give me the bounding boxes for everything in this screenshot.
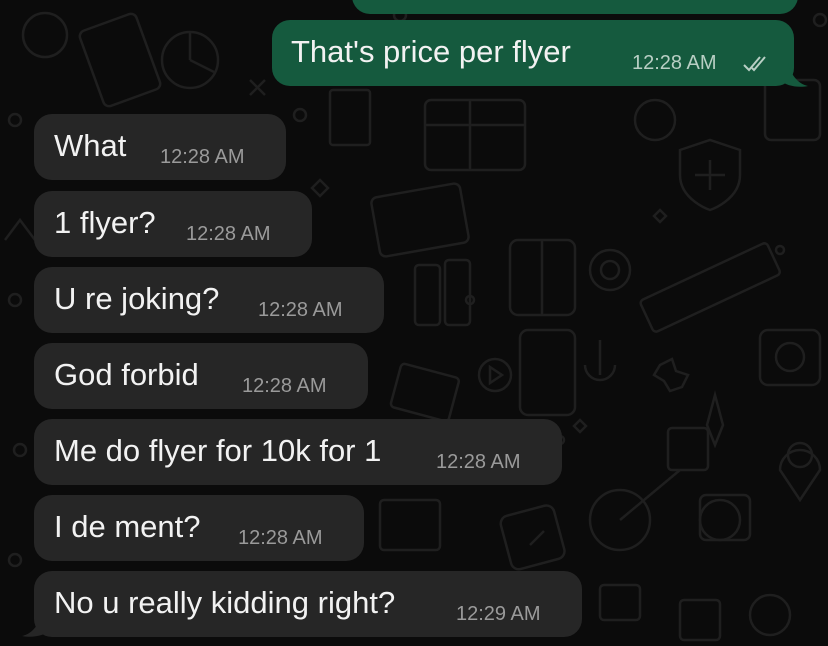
message-timestamp: 12:28 AM [186, 223, 271, 245]
message-text: Me do flyer for 10k for 1 [54, 432, 382, 468]
outgoing-message[interactable]: That's price per flyer 12:28 AM [272, 20, 794, 86]
incoming-message[interactable]: 1 flyer? 12:28 AM [34, 191, 312, 257]
message-timestamp: 12:28 AM [632, 52, 717, 74]
incoming-message[interactable]: I de ment? 12:28 AM [34, 495, 364, 561]
incoming-message[interactable]: U re joking? 12:28 AM [34, 267, 384, 333]
message-timestamp: 12:28 AM [160, 146, 245, 168]
message-timestamp: 12:28 AM [238, 527, 323, 549]
message-text: No u really kidding right? [54, 584, 396, 620]
message-timestamp: 12:29 AM [456, 603, 541, 625]
incoming-message[interactable]: Me do flyer for 10k for 1 12:28 AM [34, 419, 562, 485]
message-text: 1 flyer? [54, 204, 156, 240]
incoming-message[interactable]: No u really kidding right? 12:29 AM [34, 571, 582, 637]
bubble-tail [22, 612, 50, 637]
incoming-message[interactable]: God forbid 12:28 AM [34, 343, 368, 409]
message-text: U re joking? [54, 280, 220, 316]
previous-outgoing-message[interactable] [352, 0, 798, 14]
message-text: What [54, 127, 127, 163]
message-timestamp: 12:28 AM [258, 299, 343, 321]
message-text: That's price per flyer [291, 33, 571, 69]
message-timestamp: 12:28 AM [242, 375, 327, 397]
message-timestamp: 12:28 AM [436, 451, 521, 473]
read-double-check-icon [743, 56, 766, 72]
bubble-tail [780, 62, 808, 87]
message-text: I de ment? [54, 508, 201, 544]
message-text: God forbid [54, 356, 199, 392]
incoming-message[interactable]: What 12:28 AM [34, 114, 286, 180]
